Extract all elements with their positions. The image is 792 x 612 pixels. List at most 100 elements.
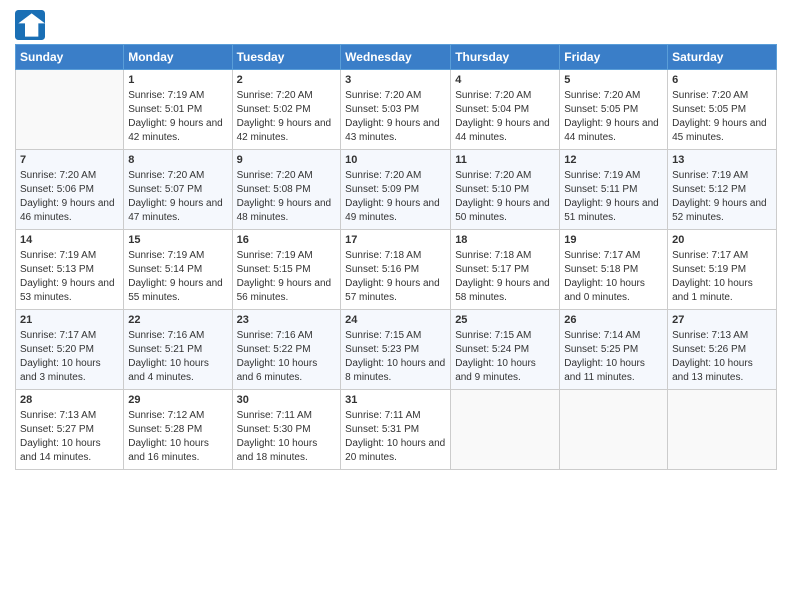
- day-number: 9: [237, 153, 337, 168]
- day-number: 3: [345, 73, 446, 88]
- calendar-cell: [668, 390, 777, 470]
- day-number: 10: [345, 153, 446, 168]
- daylight-text: Daylight: 9 hours and 44 minutes.: [455, 118, 550, 143]
- sunset-text: Sunset: 5:07 PM: [128, 184, 202, 195]
- sunset-text: Sunset: 5:05 PM: [564, 104, 638, 115]
- header: [15, 10, 777, 40]
- sunrise-text: Sunrise: 7:19 AM: [128, 250, 204, 261]
- daylight-text: Daylight: 10 hours and 9 minutes.: [455, 358, 536, 383]
- sunset-text: Sunset: 5:22 PM: [237, 344, 311, 355]
- sunrise-text: Sunrise: 7:16 AM: [237, 330, 313, 341]
- calendar-cell: [560, 390, 668, 470]
- day-number: 15: [128, 233, 227, 248]
- daylight-text: Daylight: 9 hours and 50 minutes.: [455, 198, 550, 223]
- sunrise-text: Sunrise: 7:12 AM: [128, 410, 204, 421]
- daylight-text: Daylight: 9 hours and 48 minutes.: [237, 198, 332, 223]
- calendar-cell: 18 Sunrise: 7:18 AM Sunset: 5:17 PM Dayl…: [451, 230, 560, 310]
- calendar-cell: 24 Sunrise: 7:15 AM Sunset: 5:23 PM Dayl…: [341, 310, 451, 390]
- sunrise-text: Sunrise: 7:20 AM: [455, 170, 531, 181]
- day-number: 25: [455, 313, 555, 328]
- sunrise-text: Sunrise: 7:20 AM: [345, 90, 421, 101]
- sunrise-text: Sunrise: 7:17 AM: [20, 330, 96, 341]
- sunset-text: Sunset: 5:25 PM: [564, 344, 638, 355]
- sunset-text: Sunset: 5:08 PM: [237, 184, 311, 195]
- calendar-cell: 23 Sunrise: 7:16 AM Sunset: 5:22 PM Dayl…: [232, 310, 341, 390]
- daylight-text: Daylight: 9 hours and 47 minutes.: [128, 198, 223, 223]
- sunset-text: Sunset: 5:06 PM: [20, 184, 94, 195]
- sunset-text: Sunset: 5:01 PM: [128, 104, 202, 115]
- sunrise-text: Sunrise: 7:16 AM: [128, 330, 204, 341]
- day-number: 29: [128, 393, 227, 408]
- day-number: 14: [20, 233, 119, 248]
- daylight-text: Daylight: 10 hours and 11 minutes.: [564, 358, 645, 383]
- daylight-text: Daylight: 10 hours and 16 minutes.: [128, 438, 209, 463]
- calendar-cell: 25 Sunrise: 7:15 AM Sunset: 5:24 PM Dayl…: [451, 310, 560, 390]
- sunset-text: Sunset: 5:10 PM: [455, 184, 529, 195]
- sunrise-text: Sunrise: 7:19 AM: [564, 170, 640, 181]
- daylight-text: Daylight: 9 hours and 42 minutes.: [237, 118, 332, 143]
- calendar-cell: 15 Sunrise: 7:19 AM Sunset: 5:14 PM Dayl…: [124, 230, 232, 310]
- day-number: 6: [672, 73, 772, 88]
- sunset-text: Sunset: 5:09 PM: [345, 184, 419, 195]
- calendar-cell: 26 Sunrise: 7:14 AM Sunset: 5:25 PM Dayl…: [560, 310, 668, 390]
- calendar-cell: 10 Sunrise: 7:20 AM Sunset: 5:09 PM Dayl…: [341, 150, 451, 230]
- col-header-friday: Friday: [560, 45, 668, 70]
- day-number: 17: [345, 233, 446, 248]
- sunrise-text: Sunrise: 7:20 AM: [128, 170, 204, 181]
- sunrise-text: Sunrise: 7:15 AM: [345, 330, 421, 341]
- sunset-text: Sunset: 5:30 PM: [237, 424, 311, 435]
- week-row-5: 28 Sunrise: 7:13 AM Sunset: 5:27 PM Dayl…: [16, 390, 777, 470]
- day-number: 20: [672, 233, 772, 248]
- sunset-text: Sunset: 5:03 PM: [345, 104, 419, 115]
- calendar-cell: 2 Sunrise: 7:20 AM Sunset: 5:02 PM Dayli…: [232, 70, 341, 150]
- sunset-text: Sunset: 5:11 PM: [564, 184, 637, 195]
- sunrise-text: Sunrise: 7:17 AM: [672, 250, 748, 261]
- sunrise-text: Sunrise: 7:20 AM: [237, 90, 313, 101]
- sunrise-text: Sunrise: 7:11 AM: [237, 410, 312, 421]
- sunset-text: Sunset: 5:18 PM: [564, 264, 638, 275]
- sunset-text: Sunset: 5:05 PM: [672, 104, 746, 115]
- week-row-1: 1 Sunrise: 7:19 AM Sunset: 5:01 PM Dayli…: [16, 70, 777, 150]
- calendar-cell: 31 Sunrise: 7:11 AM Sunset: 5:31 PM Dayl…: [341, 390, 451, 470]
- calendar-cell: 14 Sunrise: 7:19 AM Sunset: 5:13 PM Dayl…: [16, 230, 124, 310]
- sunset-text: Sunset: 5:17 PM: [455, 264, 529, 275]
- calendar-cell: 5 Sunrise: 7:20 AM Sunset: 5:05 PM Dayli…: [560, 70, 668, 150]
- calendar-cell: 9 Sunrise: 7:20 AM Sunset: 5:08 PM Dayli…: [232, 150, 341, 230]
- sunrise-text: Sunrise: 7:18 AM: [345, 250, 421, 261]
- daylight-text: Daylight: 9 hours and 42 minutes.: [128, 118, 223, 143]
- day-number: 8: [128, 153, 227, 168]
- calendar-cell: 30 Sunrise: 7:11 AM Sunset: 5:30 PM Dayl…: [232, 390, 341, 470]
- daylight-text: Daylight: 10 hours and 0 minutes.: [564, 278, 645, 303]
- sunset-text: Sunset: 5:23 PM: [345, 344, 419, 355]
- day-number: 7: [20, 153, 119, 168]
- calendar-cell: [16, 70, 124, 150]
- calendar-cell: 7 Sunrise: 7:20 AM Sunset: 5:06 PM Dayli…: [16, 150, 124, 230]
- sunrise-text: Sunrise: 7:20 AM: [345, 170, 421, 181]
- calendar-table: SundayMondayTuesdayWednesdayThursdayFrid…: [15, 44, 777, 470]
- sunset-text: Sunset: 5:12 PM: [672, 184, 746, 195]
- sunset-text: Sunset: 5:14 PM: [128, 264, 202, 275]
- calendar-cell: 21 Sunrise: 7:17 AM Sunset: 5:20 PM Dayl…: [16, 310, 124, 390]
- sunset-text: Sunset: 5:28 PM: [128, 424, 202, 435]
- day-number: 24: [345, 313, 446, 328]
- sunrise-text: Sunrise: 7:19 AM: [672, 170, 748, 181]
- calendar-header-row: SundayMondayTuesdayWednesdayThursdayFrid…: [16, 45, 777, 70]
- daylight-text: Daylight: 10 hours and 3 minutes.: [20, 358, 101, 383]
- sunrise-text: Sunrise: 7:15 AM: [455, 330, 531, 341]
- daylight-text: Daylight: 10 hours and 20 minutes.: [345, 438, 445, 463]
- sunrise-text: Sunrise: 7:19 AM: [20, 250, 96, 261]
- calendar-cell: 6 Sunrise: 7:20 AM Sunset: 5:05 PM Dayli…: [668, 70, 777, 150]
- col-header-sunday: Sunday: [16, 45, 124, 70]
- day-number: 22: [128, 313, 227, 328]
- day-number: 16: [237, 233, 337, 248]
- day-number: 19: [564, 233, 663, 248]
- calendar-cell: [451, 390, 560, 470]
- day-number: 23: [237, 313, 337, 328]
- daylight-text: Daylight: 9 hours and 51 minutes.: [564, 198, 659, 223]
- daylight-text: Daylight: 10 hours and 18 minutes.: [237, 438, 318, 463]
- daylight-text: Daylight: 9 hours and 52 minutes.: [672, 198, 767, 223]
- daylight-text: Daylight: 9 hours and 44 minutes.: [564, 118, 659, 143]
- col-header-monday: Monday: [124, 45, 232, 70]
- calendar-cell: 3 Sunrise: 7:20 AM Sunset: 5:03 PM Dayli…: [341, 70, 451, 150]
- daylight-text: Daylight: 9 hours and 43 minutes.: [345, 118, 440, 143]
